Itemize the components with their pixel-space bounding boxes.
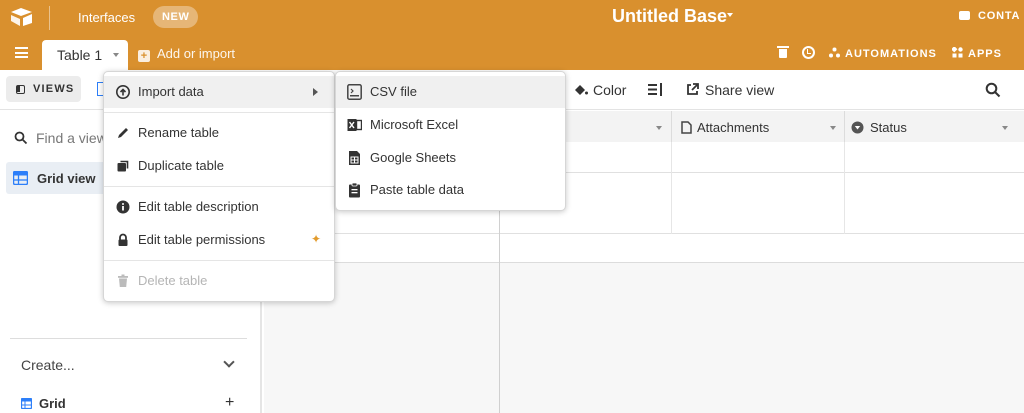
- column-label: Status: [870, 120, 907, 135]
- views-label: VIEWS: [33, 83, 75, 95]
- column-header-status[interactable]: Status: [845, 111, 1024, 143]
- add-grid-icon[interactable]: +: [225, 394, 234, 412]
- trash-icon: [118, 274, 128, 287]
- single-select-icon: [851, 121, 864, 134]
- search-icon[interactable]: [985, 82, 1001, 98]
- submenu-item-label: Microsoft Excel: [370, 117, 459, 132]
- tab-table-1[interactable]: Table 1: [42, 40, 128, 70]
- menu-item-label: Delete table: [138, 273, 208, 288]
- menu-item-label: Edit table description: [138, 199, 259, 214]
- column-label: Attachments: [697, 120, 770, 135]
- import-data-submenu: CSV file Microsoft Excel Google Sheets P…: [335, 71, 566, 211]
- lock-icon: [118, 233, 128, 246]
- add-or-import-button[interactable]: + Add or import: [138, 46, 235, 62]
- submenu-item-csv-file[interactable]: CSV file: [336, 76, 565, 108]
- interfaces-link[interactable]: Interfaces: [78, 10, 135, 25]
- apps-icon: [952, 47, 963, 58]
- plus-icon: +: [138, 50, 150, 62]
- tab-label: Table 1: [57, 47, 103, 63]
- menu-item-label: Rename table: [138, 125, 219, 140]
- menu-item-edit-description[interactable]: Edit table description: [104, 191, 334, 223]
- menu-item-import-data[interactable]: Import data: [104, 76, 334, 108]
- share-view-button[interactable]: Share view: [686, 82, 774, 98]
- column-header-attachments[interactable]: Attachments: [672, 111, 845, 143]
- views-toggle-button[interactable]: VIEWS: [6, 76, 81, 102]
- table-tab-bar: Table 1 + Add or import AUTOMATIONS APPS: [0, 36, 1024, 70]
- apps-label: APPS: [968, 48, 1002, 60]
- sparkle-icon: ✦: [311, 232, 322, 246]
- find-view-placeholder: Find a view: [36, 130, 107, 146]
- sidebar-divider: [10, 338, 247, 339]
- hamburger-menu-icon[interactable]: [15, 47, 28, 58]
- chevron-down-icon[interactable]: [1002, 126, 1008, 130]
- table-cell[interactable]: [672, 142, 845, 173]
- share-icon: [687, 83, 699, 95]
- submenu-item-microsoft-excel[interactable]: Microsoft Excel: [336, 109, 565, 141]
- top-header: Interfaces NEW Untitled Base CONTA: [0, 0, 1024, 36]
- chevron-down-icon[interactable]: [113, 53, 119, 57]
- chevron-down-icon[interactable]: [656, 126, 662, 130]
- trash-icon[interactable]: [777, 46, 789, 58]
- grid-view-icon: [21, 398, 32, 409]
- chat-icon: [959, 11, 970, 20]
- submenu-item-google-sheets[interactable]: Google Sheets: [336, 142, 565, 174]
- table-options-menu: Import data Rename table Duplicate table…: [103, 71, 335, 302]
- color-label: Color: [593, 82, 627, 98]
- new-badge: NEW: [153, 6, 199, 28]
- duplicate-icon: [117, 160, 129, 172]
- chevron-down-icon[interactable]: [727, 13, 733, 17]
- menu-divider: [104, 112, 334, 113]
- menu-divider: [104, 186, 334, 187]
- table-cell[interactable]: [672, 203, 845, 234]
- clipboard-icon: [349, 182, 360, 198]
- add-or-import-label: Add or import: [157, 46, 236, 61]
- grid-view-icon: [13, 171, 28, 185]
- menu-item-label: Import data: [138, 84, 204, 99]
- submenu-item-paste-table-data[interactable]: Paste table data: [336, 174, 565, 206]
- submenu-item-label: CSV file: [370, 84, 417, 99]
- create-section-title[interactable]: Create...: [21, 357, 75, 373]
- menu-item-duplicate-table[interactable]: Duplicate table: [104, 150, 334, 182]
- menu-item-rename-table[interactable]: Rename table: [104, 117, 334, 149]
- row-height-icon[interactable]: [648, 83, 663, 96]
- chevron-right-icon: [313, 88, 318, 96]
- automations-icon: [829, 47, 840, 58]
- search-icon: [14, 131, 28, 145]
- chevron-down-icon[interactable]: [830, 126, 836, 130]
- attachment-icon: [681, 121, 692, 134]
- submenu-item-label: Google Sheets: [370, 150, 457, 165]
- automations-label: AUTOMATIONS: [845, 48, 937, 60]
- menu-item-label: Edit table permissions: [138, 232, 266, 247]
- sheets-icon: [349, 151, 360, 165]
- menu-item-edit-permissions[interactable]: Edit table permissions ✦: [104, 224, 334, 256]
- menu-divider: [104, 260, 334, 261]
- import-icon: [116, 85, 130, 99]
- find-view-input[interactable]: Find a view: [14, 130, 107, 146]
- color-button[interactable]: Color: [574, 82, 626, 98]
- automations-button[interactable]: AUTOMATIONS: [829, 47, 937, 60]
- pencil-icon: [118, 128, 128, 138]
- table-cell[interactable]: [672, 173, 845, 204]
- grid-view-label: Grid view: [37, 171, 96, 186]
- contact-label: CONTA: [978, 10, 1021, 22]
- add-row[interactable]: [264, 234, 1024, 263]
- chevron-down-icon[interactable]: [223, 356, 235, 368]
- contact-button[interactable]: CONTA: [959, 10, 1020, 22]
- create-grid-label: Grid: [39, 396, 66, 411]
- header-divider: [49, 6, 50, 30]
- sidebar-icon: [16, 85, 25, 94]
- apps-button[interactable]: APPS: [952, 47, 1002, 60]
- info-icon: [116, 200, 130, 214]
- menu-item-label: Duplicate table: [138, 158, 224, 173]
- logo-icon[interactable]: [10, 7, 34, 27]
- paint-bucket-icon: [575, 85, 588, 95]
- submenu-item-label: Paste table data: [370, 182, 464, 197]
- history-icon[interactable]: [802, 46, 815, 59]
- share-view-label: Share view: [705, 82, 775, 98]
- excel-icon: [347, 119, 362, 131]
- csv-icon: [347, 84, 362, 100]
- base-title[interactable]: Untitled Base: [612, 6, 727, 27]
- create-grid-item[interactable]: Grid: [21, 396, 66, 411]
- menu-item-delete-table: Delete table: [104, 265, 334, 297]
